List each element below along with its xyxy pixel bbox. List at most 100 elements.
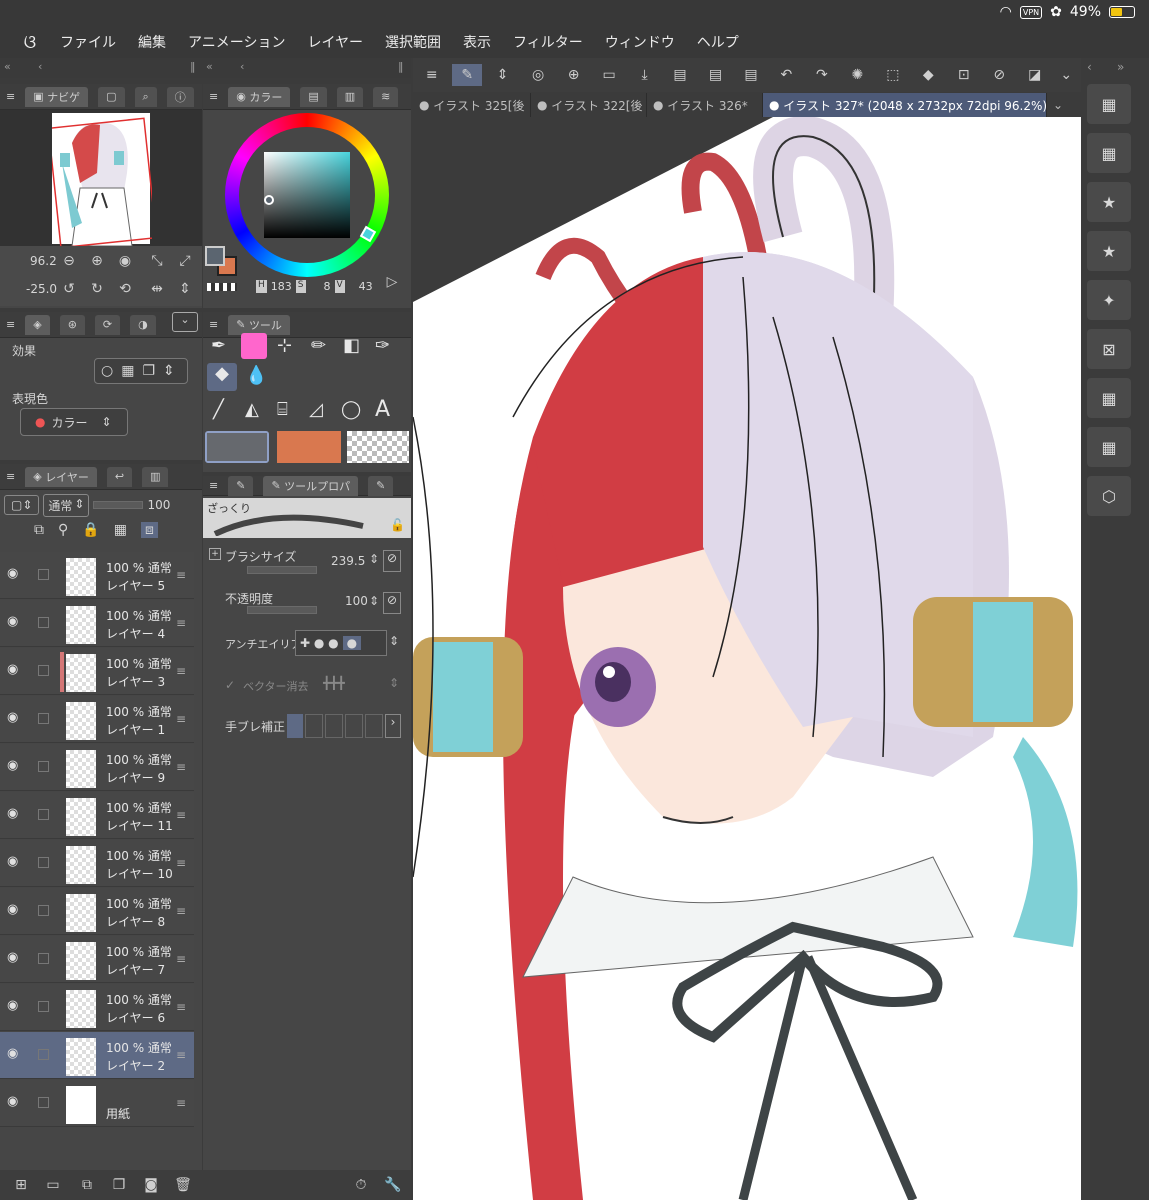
- eye-icon[interactable]: ◉: [7, 662, 18, 677]
- tab-info[interactable]: ⓘ: [166, 86, 194, 107]
- collapse-left-icon[interactable]: «: [4, 60, 11, 73]
- pencil-tool-icon[interactable]: ✏: [311, 335, 326, 356]
- mask-icon[interactable]: ◙: [140, 1174, 162, 1196]
- material-folder-star-icon[interactable]: ★: [1087, 182, 1131, 222]
- eye-icon[interactable]: ◉: [7, 854, 18, 869]
- eye-icon[interactable]: ◉: [7, 902, 18, 917]
- eye-icon[interactable]: ◉: [7, 710, 18, 725]
- layer-menu-icon[interactable]: ≡: [176, 856, 186, 870]
- tab-tool-property[interactable]: ✎ ツールプロパ: [263, 475, 359, 496]
- tab-layer-search[interactable]: ⊛: [59, 314, 85, 335]
- material-pattern-icon[interactable]: ▦: [1087, 378, 1131, 418]
- ruler-tool-icon[interactable]: ◿: [309, 399, 323, 420]
- drawing-canvas[interactable]: [413, 117, 1081, 1200]
- merge-down-icon[interactable]: ⧉: [76, 1174, 98, 1196]
- menu-file[interactable]: ファイル: [60, 32, 116, 52]
- lock-icon[interactable]: 🔓: [390, 518, 405, 532]
- layer-checkbox[interactable]: [38, 809, 49, 820]
- opacity-slider[interactable]: [247, 606, 317, 614]
- layer-menu-icon[interactable]: ≡: [176, 664, 186, 678]
- pressure-icon[interactable]: ⊘: [383, 550, 401, 572]
- material-3d-icon[interactable]: ⬡: [1087, 476, 1131, 516]
- tab-navigator[interactable]: ▣ ナビゲ: [25, 86, 89, 107]
- tab-brush-detail[interactable]: ✎: [368, 475, 394, 496]
- layer-row[interactable]: ◉ 100 % 通常 レイヤー 4 ≡: [0, 600, 194, 647]
- loading-icon[interactable]: ✺: [843, 64, 872, 86]
- layer-checkbox[interactable]: [38, 569, 49, 580]
- open-icon[interactable]: ▭: [594, 64, 623, 86]
- tab-search[interactable]: ⌕: [134, 86, 157, 107]
- main-color-swatch[interactable]: [205, 246, 225, 266]
- grip-icon-2[interactable]: ‖: [398, 60, 404, 73]
- chevron-left-icon-2[interactable]: ‹: [240, 60, 244, 73]
- menu-edit[interactable]: 編集: [138, 32, 166, 52]
- material-grid-icon[interactable]: ▦: [1087, 133, 1131, 173]
- layer-checkbox[interactable]: [38, 857, 49, 868]
- menu-selection[interactable]: 選択範囲: [385, 32, 441, 52]
- eye-icon[interactable]: ◉: [7, 806, 18, 821]
- material-palette-icon[interactable]: ▦: [1087, 84, 1131, 124]
- layer-row[interactable]: ◉ 100 % 通常 レイヤー 9 ≡: [0, 744, 194, 791]
- color-mode-icon[interactable]: ▷: [381, 271, 403, 293]
- anti-alias-selector[interactable]: ✚ ● ● ●: [295, 630, 387, 656]
- eye-icon[interactable]: ◉: [7, 1046, 18, 1061]
- expression-color-select[interactable]: ● カラー ⇕: [20, 408, 128, 436]
- tab-layer-property[interactable]: ◈: [25, 314, 50, 335]
- layer-checkbox[interactable]: [38, 665, 49, 676]
- panel-menu-icon[interactable]: ≡: [6, 470, 15, 483]
- tab-subtool[interactable]: ✎: [228, 475, 254, 496]
- tab-animation[interactable]: ▥: [142, 466, 169, 487]
- menu-animation[interactable]: アニメーション: [188, 32, 285, 52]
- rotate-right-icon[interactable]: ↻: [86, 278, 108, 300]
- layer-menu-icon[interactable]: ≡: [176, 952, 186, 966]
- layer-menu-icon[interactable]: ≡: [176, 1048, 186, 1062]
- layer-checkbox[interactable]: [38, 761, 49, 772]
- psd-icon[interactable]: ▤: [736, 64, 765, 86]
- eye-icon[interactable]: ◉: [7, 1094, 18, 1109]
- tab-color-slider[interactable]: ≋: [373, 86, 399, 107]
- menu-icon[interactable]: ≡: [417, 64, 446, 86]
- blend-mode-select[interactable]: 通常 ⇕: [43, 493, 90, 517]
- balloon-tool-icon[interactable]: ◯: [341, 399, 361, 420]
- new-layer-icon[interactable]: ⊞: [10, 1174, 32, 1196]
- chevron-down-icon[interactable]: ⌄: [172, 312, 198, 332]
- zoom-reset-icon[interactable]: ◉: [114, 250, 136, 272]
- tone-effect-icon[interactable]: ▦: [121, 363, 134, 379]
- png-icon[interactable]: ▤: [701, 64, 730, 86]
- chevron-left-icon[interactable]: ‹: [38, 60, 42, 73]
- menu-help[interactable]: ヘルプ: [697, 32, 739, 52]
- tab-color-set[interactable]: ▤: [300, 86, 327, 107]
- fill-icon[interactable]: ◆: [914, 64, 943, 86]
- transform-icon[interactable]: ⊡: [949, 64, 978, 86]
- airbrush-tool-icon[interactable]: ⊹: [277, 335, 292, 356]
- menu-layer[interactable]: レイヤー: [307, 32, 363, 52]
- layer-row[interactable]: ◉ 100 % 通常 レイヤー 11 ≡: [0, 792, 194, 839]
- layer-row[interactable]: ◉ 100 % 通常 レイヤー 8 ≡: [0, 888, 194, 935]
- transparent-color[interactable]: [347, 431, 409, 463]
- invert-icon[interactable]: ◪: [1020, 64, 1049, 86]
- layer-checkbox[interactable]: [38, 953, 49, 964]
- zoom-in-icon[interactable]: ⊕: [86, 250, 108, 272]
- eraser-tool-icon[interactable]: ◆: [207, 363, 237, 391]
- line-tool-icon[interactable]: ╱: [213, 399, 224, 420]
- chevron-right-icon[interactable]: ›: [385, 714, 401, 738]
- layer-menu-icon[interactable]: ≡: [176, 760, 186, 774]
- collapse-left-icon-2[interactable]: «: [206, 60, 213, 73]
- lock-transparent-icon[interactable]: ▦: [114, 522, 127, 538]
- panel-menu-icon[interactable]: ≡: [209, 90, 218, 103]
- layer-row[interactable]: ◉ 100 % 通常 レイヤー 7 ≡: [0, 936, 194, 983]
- stepper-icon[interactable]: ⇕: [389, 634, 399, 648]
- trash-icon[interactable]: 🗑: [172, 1174, 194, 1196]
- menu-view[interactable]: 表示: [463, 32, 491, 52]
- material-star-icon[interactable]: ★: [1087, 231, 1131, 271]
- layer-row[interactable]: ◉ 100 % 通常 レイヤー 3 ≡: [0, 648, 194, 695]
- panel-menu-icon[interactable]: ≡: [6, 318, 15, 331]
- layer-menu-icon[interactable]: ≡: [176, 904, 186, 918]
- eye-icon[interactable]: ◉: [7, 758, 18, 773]
- undo-icon[interactable]: ↶: [772, 64, 801, 86]
- material-sparkle-icon[interactable]: ✦: [1087, 280, 1131, 320]
- zoom-out-icon[interactable]: ⊖: [58, 250, 80, 272]
- check-icon[interactable]: ✓: [225, 678, 235, 692]
- material-texture-icon[interactable]: ▦: [1087, 427, 1131, 467]
- tab-layer-rotate[interactable]: ⟳: [94, 314, 121, 335]
